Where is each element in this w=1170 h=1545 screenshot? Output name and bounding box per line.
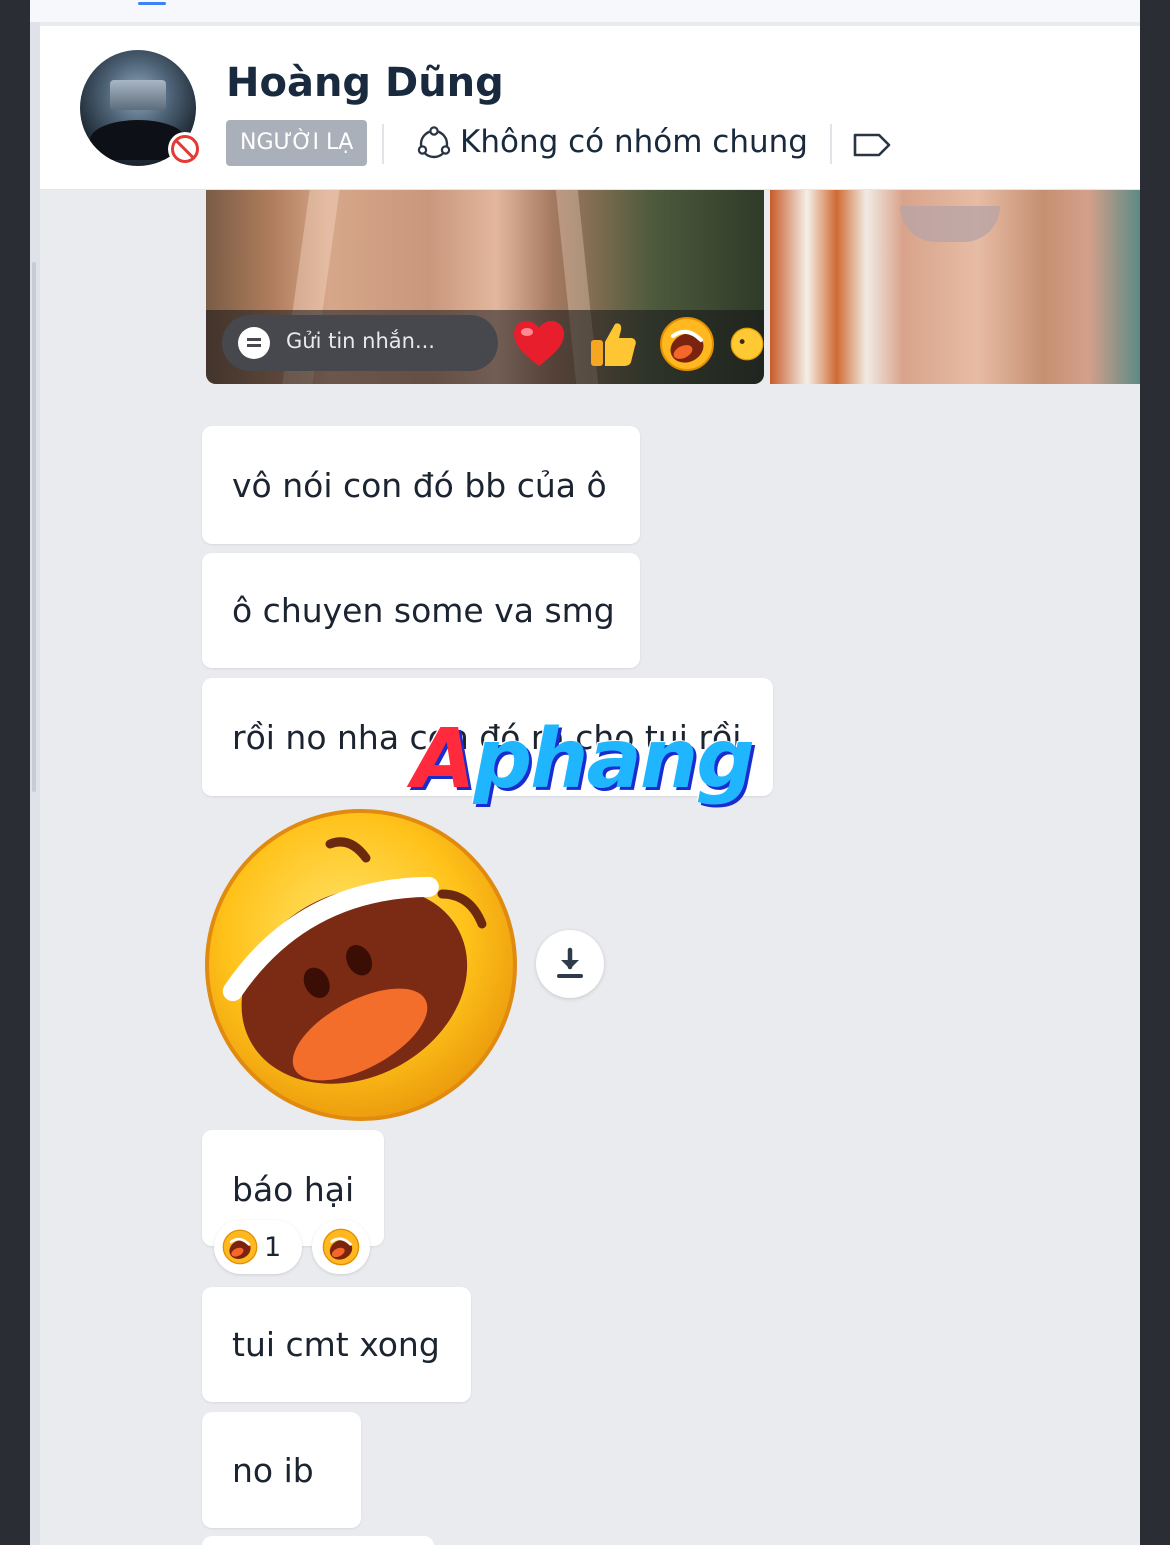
quick-reply-input[interactable]: Gửi tin nhắn... xyxy=(222,315,498,371)
smiling-reaction-icon[interactable] xyxy=(730,315,764,373)
stranger-badge: NGƯỜI LẠ xyxy=(226,120,368,166)
message-bubble[interactable]: tui cmt xong xyxy=(202,1287,471,1402)
common-groups-label[interactable]: Không có nhóm chung xyxy=(460,124,808,160)
header-divider xyxy=(382,124,384,164)
header-divider xyxy=(830,124,832,164)
contact-name[interactable]: Hoàng Dũng xyxy=(226,60,504,106)
laughing-reaction-icon[interactable] xyxy=(658,315,716,373)
chat-window: Hoàng Dũng NGƯỜI LẠ Không có nhóm chung … xyxy=(30,0,1140,1545)
quick-reply-placeholder: Gửi tin nhắn... xyxy=(286,329,435,353)
tag-icon[interactable] xyxy=(852,132,892,158)
message-bubble[interactable]: no ib xyxy=(202,1412,361,1528)
photo-message[interactable] xyxy=(770,190,1140,384)
add-reaction-button[interactable] xyxy=(312,1220,370,1274)
message-bubble[interactable]: ô chuyen some va smg xyxy=(202,553,640,668)
blocked-icon xyxy=(168,132,202,166)
reaction-count: 1 xyxy=(264,1231,282,1263)
laughing-reaction-icon xyxy=(222,1229,258,1265)
download-icon xyxy=(557,947,583,978)
message-bubble-icon xyxy=(238,327,270,359)
top-bar-strip xyxy=(30,0,1140,22)
heart-reaction-icon[interactable] xyxy=(510,315,568,373)
laughing-reaction-icon xyxy=(322,1228,360,1266)
conversation-header: Hoàng Dũng NGƯỜI LẠ Không có nhóm chung xyxy=(40,26,1140,190)
active-tab-indicator xyxy=(138,2,166,5)
download-button[interactable] xyxy=(536,930,604,998)
watermark-logo: Aphang xyxy=(412,712,755,807)
message-bubble[interactable]: vô nói con đó bb của ô xyxy=(202,426,640,544)
laughing-face-sticker[interactable] xyxy=(202,806,520,1124)
avatar-photo-street xyxy=(110,80,166,110)
reaction-summary[interactable]: 1 xyxy=(214,1220,302,1274)
thumbs-up-reaction-icon[interactable] xyxy=(584,315,642,373)
group-circle-icon xyxy=(417,126,451,159)
message-bubble-partial[interactable] xyxy=(202,1536,434,1545)
